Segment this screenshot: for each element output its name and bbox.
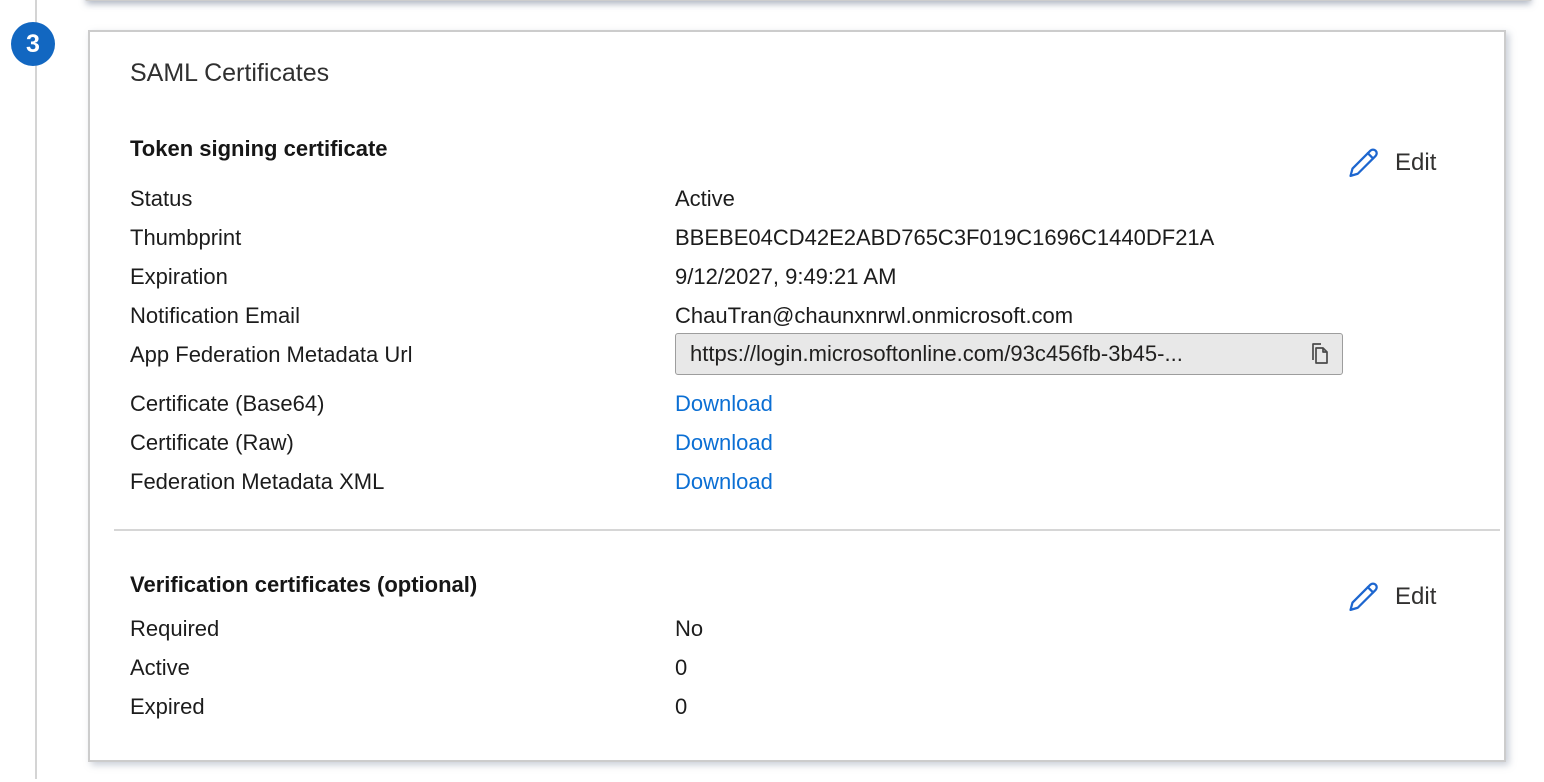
token-signing-edit-button[interactable]: Edit — [1346, 140, 1544, 186]
verification-certificates-edit-button[interactable]: Edit — [1346, 574, 1544, 620]
step-number-badge: 3 — [11, 22, 55, 66]
pencil-icon — [1346, 577, 1380, 618]
active-count-value: 0 — [675, 654, 687, 681]
section-divider — [114, 529, 1500, 531]
edit-button-label: Edit — [1395, 149, 1436, 177]
thumbprint-label: Thumbprint — [130, 224, 241, 251]
pencil-icon — [1346, 143, 1380, 184]
expired-count-value: 0 — [675, 693, 687, 720]
federation-metadata-xml-download-link[interactable]: Download — [675, 468, 773, 495]
app-federation-metadata-url-field[interactable]: https://login.microsoftonline.com/93c456… — [675, 333, 1343, 375]
app-federation-metadata-url-label: App Federation Metadata Url — [130, 341, 413, 368]
status-value: Active — [675, 185, 735, 212]
app-federation-metadata-url-value: https://login.microsoftonline.com/93c456… — [690, 341, 1298, 367]
expiration-label: Expiration — [130, 263, 228, 290]
saml-certificates-card: SAML Certificates Token signing certific… — [88, 30, 1506, 762]
thumbprint-value: BBEBE04CD42E2ABD765C3F019C1696C1440DF21A — [675, 224, 1214, 251]
previous-step-card-edge — [85, 0, 1532, 1]
edit-button-label: Edit — [1395, 583, 1436, 611]
required-label: Required — [130, 615, 219, 642]
notification-email-label: Notification Email — [130, 302, 300, 329]
notification-email-value: ChauTran@chaunxnrwl.onmicrosoft.com — [675, 302, 1073, 329]
certificate-base64-label: Certificate (Base64) — [130, 390, 324, 417]
federation-metadata-xml-label: Federation Metadata XML — [130, 468, 384, 495]
certificate-raw-download-link[interactable]: Download — [675, 429, 773, 456]
required-value: No — [675, 615, 703, 642]
active-count-label: Active — [130, 654, 190, 681]
certificate-raw-label: Certificate (Raw) — [130, 429, 294, 456]
status-label: Status — [130, 185, 192, 212]
copy-icon — [1306, 339, 1330, 370]
expiration-value: 9/12/2027, 9:49:21 AM — [675, 263, 896, 290]
card-title: SAML Certificates — [130, 58, 329, 88]
expired-count-label: Expired — [130, 693, 205, 720]
verification-certificates-heading: Verification certificates (optional) — [130, 571, 477, 598]
certificate-base64-download-link[interactable]: Download — [675, 390, 773, 417]
timeline-connector-line — [35, 0, 37, 779]
token-signing-heading: Token signing certificate — [130, 135, 388, 162]
copy-url-button[interactable] — [1306, 339, 1330, 370]
step-number: 3 — [26, 30, 40, 59]
